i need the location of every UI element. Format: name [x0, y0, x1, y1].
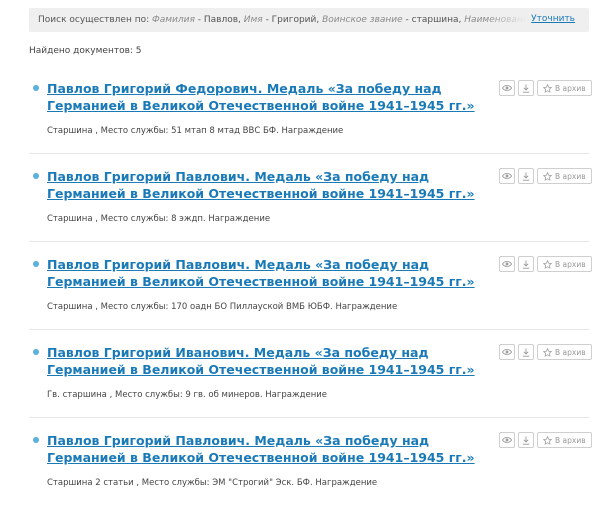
star-icon	[543, 347, 552, 357]
star-icon	[543, 435, 552, 445]
eye-icon	[502, 84, 512, 92]
result-title-link[interactable]: Павлов Григорий Павлович. Медаль «За поб…	[47, 168, 477, 202]
bullet-icon	[33, 349, 39, 355]
result-actions: В архив	[499, 344, 592, 360]
search-criteria-list: Фамилия - Павлов, Имя - Григорий, Воинск…	[152, 15, 526, 25]
download-button[interactable]	[518, 344, 534, 360]
view-button[interactable]	[499, 168, 515, 184]
view-button[interactable]	[499, 432, 515, 448]
bullet-icon	[33, 85, 39, 91]
search-criterion-field: Имя	[240, 15, 263, 25]
search-criteria-text: Поиск осуществлен по: Фамилия - Павлов, …	[29, 15, 526, 25]
search-summary-bar: Поиск осуществлен по: Фамилия - Павлов, …	[29, 8, 589, 32]
eye-icon	[502, 348, 512, 356]
download-icon	[522, 348, 530, 357]
result-title-link[interactable]: Павлов Григорий Федорович. Медаль «За по…	[47, 80, 477, 114]
search-criterion-value: - Павлов,	[194, 15, 241, 25]
star-icon	[543, 259, 552, 269]
star-icon	[543, 83, 552, 93]
download-icon	[522, 84, 530, 93]
download-button[interactable]	[518, 168, 534, 184]
result-meta: Старшина , Место службы: 51 мтап 8 мтад …	[47, 126, 344, 136]
download-button[interactable]	[518, 80, 534, 96]
archive-button-label: В архив	[555, 83, 586, 93]
bullet-icon	[33, 173, 39, 179]
download-icon	[522, 260, 530, 269]
bullet-icon	[33, 261, 39, 267]
archive-button-label: В архив	[555, 347, 586, 357]
add-to-archive-button[interactable]: В архив	[537, 256, 592, 272]
result-actions: В архив	[499, 168, 592, 184]
archive-button-label: В архив	[555, 171, 586, 181]
result-actions: В архив	[499, 432, 592, 448]
search-results-page: Поиск осуществлен по: Фамилия - Павлов, …	[0, 0, 600, 507]
add-to-archive-button[interactable]: В архив	[537, 432, 592, 448]
result-actions: В архив	[499, 80, 592, 96]
search-criterion-field: Воинское звание	[319, 15, 403, 25]
star-icon	[543, 171, 552, 181]
result-divider	[29, 153, 589, 154]
view-button[interactable]	[499, 80, 515, 96]
result-title-link[interactable]: Павлов Григорий Иванович. Медаль «За поб…	[47, 344, 477, 378]
result-divider	[29, 329, 589, 330]
archive-button-label: В архив	[555, 435, 586, 445]
bullet-icon	[33, 437, 39, 443]
search-criterion-value: - старшина,	[402, 15, 462, 25]
refine-search-link[interactable]: Уточнить	[531, 14, 575, 24]
result-meta: Старшина , Место службы: 8 эждп. Награжд…	[47, 214, 271, 224]
download-icon	[522, 172, 530, 181]
search-criterion-field: Наименование награ...	[464, 15, 526, 25]
result-divider	[29, 241, 589, 242]
view-button[interactable]	[499, 344, 515, 360]
search-criterion-field: Фамилия	[152, 15, 195, 25]
download-button[interactable]	[518, 256, 534, 272]
download-button[interactable]	[518, 432, 534, 448]
result-meta: Гв. старшина , Место службы: 9 гв. об ми…	[47, 390, 328, 400]
download-icon	[522, 436, 530, 445]
result-meta: Старшина , Место службы: 170 оадн БО Пил…	[47, 302, 398, 312]
found-count: Найдено документов: 5	[29, 46, 142, 56]
eye-icon	[502, 260, 512, 268]
result-actions: В архив	[499, 256, 592, 272]
search-prefix: Поиск осуществлен по:	[38, 15, 150, 25]
archive-button-label: В архив	[555, 259, 586, 269]
add-to-archive-button[interactable]: В архив	[537, 80, 592, 96]
eye-icon	[502, 172, 512, 180]
eye-icon	[502, 436, 512, 444]
result-title-link[interactable]: Павлов Григорий Павлович. Медаль «За поб…	[47, 432, 477, 466]
result-title-link[interactable]: Павлов Григорий Павлович. Медаль «За поб…	[47, 256, 477, 290]
search-criterion-value: - Григорий,	[262, 15, 320, 25]
result-meta: Старшина 2 статьи , Место службы: ЭМ "Ст…	[47, 478, 378, 488]
add-to-archive-button[interactable]: В архив	[537, 344, 592, 360]
view-button[interactable]	[499, 256, 515, 272]
result-divider	[29, 417, 589, 418]
add-to-archive-button[interactable]: В архив	[537, 168, 592, 184]
